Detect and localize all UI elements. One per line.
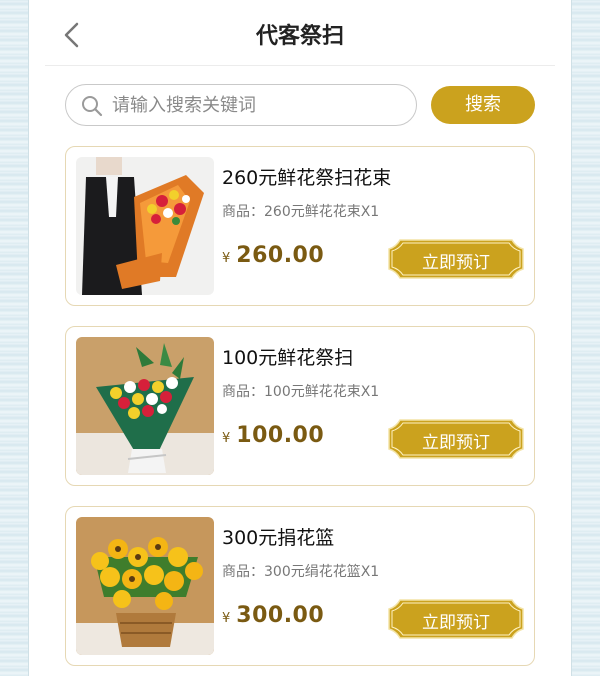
app-screen: 代客祭扫 搜索	[28, 0, 572, 676]
product-description: 商品：100元鲜花花束X1	[222, 384, 380, 400]
product-price: ¥260.00	[222, 243, 324, 268]
order-now-label: 立即预订	[422, 613, 490, 633]
product-description: 商品：300元绢花花篮X1	[222, 564, 380, 580]
product-image-flower-basket-300	[76, 517, 214, 655]
product-name: 300元捐花篮	[222, 527, 335, 549]
product-name: 100元鲜花祭扫	[222, 347, 354, 369]
background-left	[0, 0, 28, 676]
product-description: 商品：260元鲜花花束X1	[222, 204, 380, 220]
search-button[interactable]: 搜索	[431, 86, 535, 124]
search-input[interactable]	[112, 91, 402, 119]
price-amount: 260.00	[236, 243, 325, 268]
background-right	[572, 0, 600, 676]
search-box	[65, 84, 417, 126]
order-now-label: 立即预订	[422, 253, 490, 273]
currency-symbol: ¥	[222, 611, 231, 626]
currency-symbol: ¥	[222, 251, 231, 266]
product-price: ¥100.00	[222, 423, 324, 448]
price-amount: 100.00	[236, 423, 325, 448]
order-now-label: 立即预订	[422, 433, 490, 453]
product-price: ¥300.00	[222, 603, 324, 628]
product-name: 260元鲜花祭扫花束	[222, 167, 392, 189]
order-now-button[interactable]: 立即预订	[388, 599, 524, 639]
product-card[interactable]: 300元捐花篮 商品：300元绢花花篮X1 ¥300.00 立即预订	[65, 506, 535, 666]
page-title: 代客祭扫	[255, 24, 344, 49]
order-now-button[interactable]: 立即预订	[388, 419, 524, 459]
price-amount: 300.00	[236, 603, 325, 628]
product-card[interactable]: 100元鲜花祭扫 商品：100元鲜花花束X1 ¥100.00 立即预订	[65, 326, 535, 486]
product-image-bouquet-260	[76, 157, 214, 295]
search-icon	[82, 96, 103, 117]
currency-symbol: ¥	[222, 431, 231, 446]
product-image-bouquet-100	[76, 337, 214, 475]
search-bar: 搜索	[65, 84, 535, 126]
order-now-button[interactable]: 立即预订	[388, 239, 524, 279]
product-card[interactable]: 260元鲜花祭扫花束 商品：260元鲜花花束X1 ¥260.00 立即预订	[65, 146, 535, 306]
nav-header: 代客祭扫	[45, 0, 555, 66]
